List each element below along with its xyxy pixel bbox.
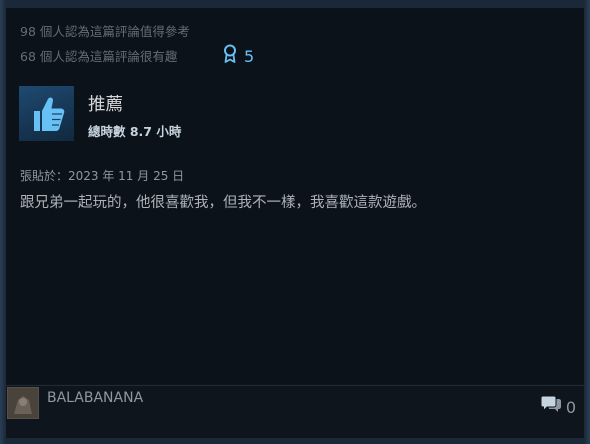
comment-bubbles-icon	[540, 395, 562, 419]
review-verdict[interactable]: 推薦	[88, 94, 123, 116]
award-count: 5	[244, 46, 255, 66]
footer-divider	[6, 385, 584, 386]
page-edge-right	[584, 0, 590, 444]
author-name[interactable]: BALABANANA	[47, 389, 143, 407]
review-card: 98 個人認為這篇評論值得參考 68 個人認為這篇評論很有趣 5 推薦 總時數 …	[6, 8, 584, 438]
playtime-hours: 總時數 8.7 小時	[88, 124, 182, 139]
award-ribbon-icon	[222, 44, 238, 68]
funny-count-text: 68 個人認為這篇評論很有趣	[20, 49, 178, 64]
award-badge[interactable]: 5	[222, 44, 254, 68]
avatar[interactable]	[7, 387, 39, 419]
recommended-thumb-box[interactable]	[19, 86, 74, 141]
helpful-count-text: 98 個人認為這篇評論值得參考	[20, 24, 190, 39]
posted-date: 張貼於：2023 年 11 月 25 日	[20, 169, 185, 183]
review-text: 跟兄弟一起玩的，他很喜歡我，但我不一樣，我喜歡這款遊戲。	[20, 195, 426, 211]
comment-count: 0	[565, 397, 576, 417]
comments-button[interactable]: 0	[540, 395, 576, 419]
review-body: 98 個人認為這篇評論值得參考 68 個人認為這篇評論很有趣 5 推薦 總時數 …	[6, 8, 584, 384]
